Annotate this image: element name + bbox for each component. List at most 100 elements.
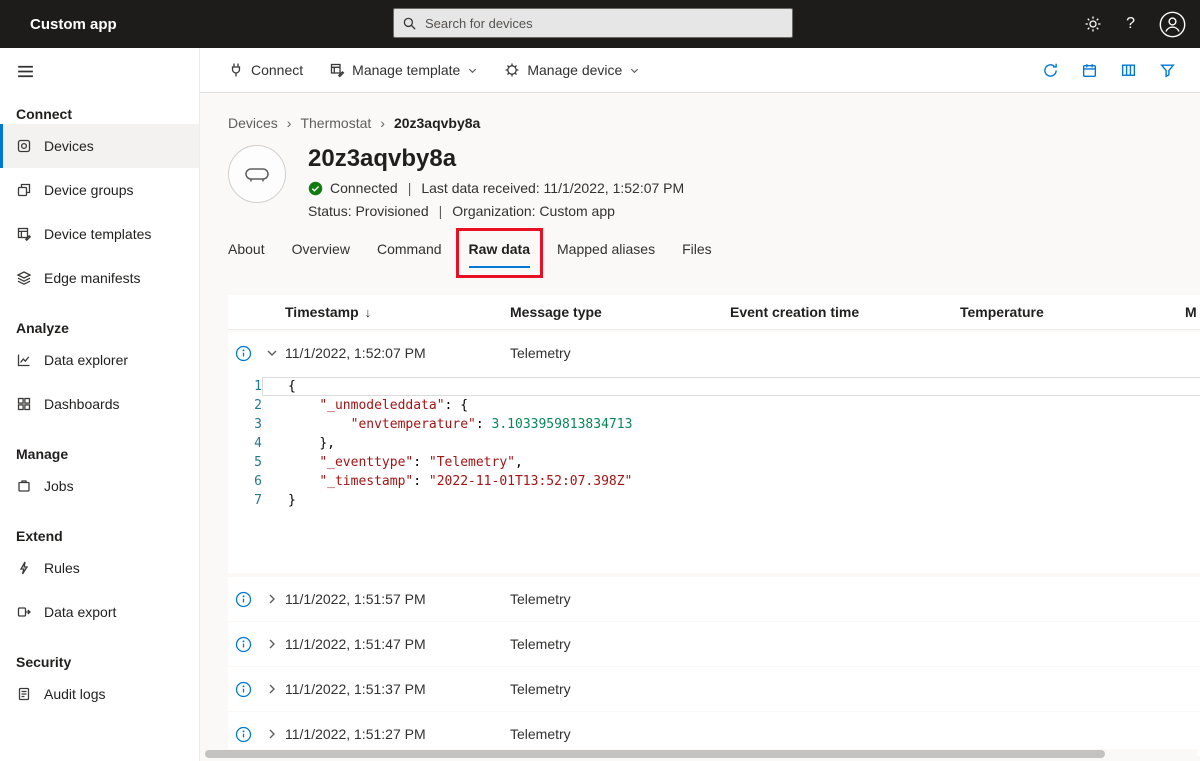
sidebar-item-data-export[interactable]: Data export [0, 590, 199, 634]
tab-label: Overview [292, 241, 350, 257]
sidebar-item-device-templates[interactable]: Device templates [0, 212, 199, 256]
sidebar-heading-extend: Extend [16, 528, 199, 544]
manage-device-menu[interactable]: Manage device [504, 62, 640, 78]
nav-menu-icon[interactable] [16, 62, 35, 81]
row-timestamp: 11/1/2022, 1:51:57 PM [285, 591, 510, 607]
table-row[interactable]: 11/1/2022, 1:51:37 PM Telemetry [228, 667, 1200, 711]
row-message-type: Telemetry [510, 726, 730, 742]
row-timestamp: 11/1/2022, 1:51:47 PM [285, 636, 510, 652]
tab-files[interactable]: Files [682, 241, 712, 268]
connect-label: Connect [251, 62, 303, 78]
jobs-icon [16, 478, 32, 494]
manage-template-icon [329, 62, 345, 78]
raw-data-table: Timestamp↓ Message type Event creation t… [228, 295, 1200, 757]
json-editor[interactable]: 1{2 "_unmodeleddata": {3 "envtemperature… [228, 374, 1200, 569]
sidebar-heading-manage: Manage [16, 446, 199, 462]
tab-mapped-aliases[interactable]: Mapped aliases [557, 241, 655, 268]
connect-icon [228, 62, 244, 78]
page: Custom app ? Connect Devices [0, 0, 1200, 761]
connection-status: Connected [330, 180, 398, 196]
manage-template-menu[interactable]: Manage template [329, 62, 478, 78]
column-header-timestamp[interactable]: Timestamp↓ [285, 304, 510, 320]
connected-check-icon [308, 181, 323, 196]
sidebar-item-dashboards[interactable]: Dashboards [0, 382, 199, 426]
sidebar-item-label: Data export [44, 604, 116, 620]
toolbar-right-icons [1042, 62, 1176, 79]
table-row[interactable]: 11/1/2022, 1:52:07 PM Telemetry [228, 332, 1200, 374]
tab-label: Command [377, 241, 442, 257]
breadcrumb-thermostat[interactable]: Thermostat [300, 115, 371, 131]
help-icon[interactable]: ? [1126, 15, 1135, 33]
table-row[interactable]: 11/1/2022, 1:51:57 PM Telemetry [228, 577, 1200, 621]
data-explorer-icon [16, 352, 32, 368]
account-avatar-icon[interactable] [1159, 11, 1186, 38]
collapse-chevron-icon[interactable] [265, 346, 279, 360]
tab-raw-data[interactable]: Raw data [469, 241, 530, 268]
sidebar-item-device-groups[interactable]: Device groups [0, 168, 199, 212]
column-label: Message type [510, 304, 602, 320]
table-row[interactable]: 11/1/2022, 1:51:47 PM Telemetry [228, 622, 1200, 666]
row-timestamp: 11/1/2022, 1:51:37 PM [285, 681, 510, 697]
expand-chevron-icon[interactable] [265, 637, 279, 651]
info-icon[interactable] [235, 345, 252, 362]
sidebar-item-audit-logs[interactable]: Audit logs [0, 672, 199, 716]
filter-icon[interactable] [1159, 62, 1176, 79]
row-message-type: Telemetry [510, 636, 730, 652]
audit-logs-icon [16, 686, 32, 702]
row-timestamp: 11/1/2022, 1:52:07 PM [285, 345, 510, 361]
connect-button[interactable]: Connect [228, 62, 303, 78]
expand-chevron-icon[interactable] [265, 592, 279, 606]
sidebar-item-label: Dashboards [44, 396, 120, 412]
tab-about[interactable]: About [228, 241, 265, 268]
row-timestamp: 11/1/2022, 1:51:27 PM [285, 726, 510, 742]
time-range-calendar-icon[interactable] [1081, 62, 1098, 79]
column-header-temperature[interactable]: Temperature [960, 304, 1185, 320]
tab-label: About [228, 241, 265, 257]
search-input[interactable] [423, 15, 784, 32]
top-actions: ? [1084, 11, 1186, 38]
column-header-message-type[interactable]: Message type [510, 304, 730, 320]
app-title: Custom app [30, 16, 117, 33]
breadcrumb-devices[interactable]: Devices [228, 115, 278, 131]
device-status-line-2: Status: Provisioned | Organization: Cust… [308, 203, 684, 219]
column-header-event-creation-time[interactable]: Event creation time [730, 304, 960, 320]
sidebar-item-edge-manifests[interactable]: Edge manifests [0, 256, 199, 300]
expand-chevron-icon[interactable] [265, 682, 279, 696]
sidebar-item-label: Edge manifests [44, 270, 141, 286]
sidebar-item-label: Jobs [44, 478, 74, 494]
info-icon[interactable] [235, 636, 252, 653]
horizontal-scrollbar[interactable] [203, 749, 1197, 760]
column-label: Timestamp [285, 304, 359, 320]
expand-chevron-icon[interactable] [265, 727, 279, 741]
refresh-icon[interactable] [1042, 62, 1059, 79]
device-groups-icon [16, 182, 32, 198]
devices-icon [16, 138, 32, 154]
settings-gear-icon[interactable] [1084, 15, 1102, 33]
scrollbar-thumb[interactable] [205, 750, 1105, 758]
sidebar-item-jobs[interactable]: Jobs [0, 464, 199, 508]
sidebar-item-label: Data explorer [44, 352, 128, 368]
tab-label: Raw data [469, 241, 530, 257]
sidebar-item-rules[interactable]: Rules [0, 546, 199, 590]
status-divider: | [405, 180, 415, 196]
manage-device-label: Manage device [527, 62, 622, 78]
tab-overview[interactable]: Overview [292, 241, 350, 268]
manage-template-label: Manage template [352, 62, 460, 78]
organization: Organization: Custom app [452, 203, 615, 219]
info-icon[interactable] [235, 681, 252, 698]
tab-command[interactable]: Command [377, 241, 442, 268]
device-header-text: 20z3aqvby8a Connected | Last data receiv… [308, 145, 684, 219]
info-icon[interactable] [235, 591, 252, 608]
device-search-box[interactable] [393, 8, 793, 38]
sidebar-item-label: Device templates [44, 226, 151, 242]
sidebar-item-data-explorer[interactable]: Data explorer [0, 338, 199, 382]
device-toolbar: Connect Manage template Manage device [200, 48, 1200, 93]
status-divider: | [436, 203, 446, 219]
sidebar-heading-analyze: Analyze [16, 320, 199, 336]
chevron-down-icon [629, 65, 640, 76]
sidebar-item-devices[interactable]: Devices [0, 124, 199, 168]
column-options-icon[interactable] [1120, 62, 1137, 79]
tab-label: Mapped aliases [557, 241, 655, 257]
column-header-cut-off[interactable]: M [1185, 304, 1200, 320]
info-icon[interactable] [235, 726, 252, 743]
